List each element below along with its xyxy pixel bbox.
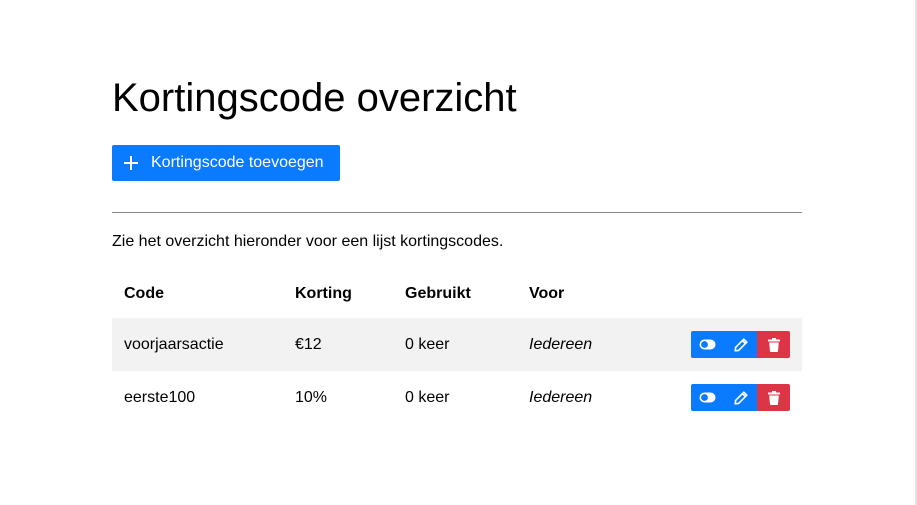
delete-button[interactable] <box>757 384 790 411</box>
add-discount-code-button[interactable]: Kortingscode toevoegen <box>112 145 340 181</box>
edit-button[interactable] <box>724 384 757 411</box>
cell-korting: 10% <box>295 388 328 406</box>
add-discount-code-label: Kortingscode toevoegen <box>151 154 324 171</box>
intro-text: Zie het overzicht hieronder voor een lij… <box>112 233 504 250</box>
column-header-korting: Korting <box>295 285 352 302</box>
cell-voor: Iedereen <box>517 318 679 371</box>
page-title: Kortingscode overzicht <box>112 76 517 120</box>
toggle-icon <box>699 339 716 350</box>
row-actions <box>691 331 790 358</box>
divider <box>112 212 802 213</box>
cell-voor: Iedereen <box>529 388 593 406</box>
trash-icon <box>767 337 780 352</box>
cell-gebruikt: 0 keer <box>393 318 517 371</box>
delete-button[interactable] <box>757 331 790 358</box>
cell-actions <box>679 371 802 424</box>
table-row: eerste100 10% 0 keer Iedereen <box>112 371 802 424</box>
pencil-icon <box>733 390 748 405</box>
plus-icon <box>124 156 138 170</box>
column-header-code: Code <box>124 285 164 302</box>
table-header-row: Code Korting Gebruikt Voor <box>112 270 802 318</box>
column-header-voor: Voor <box>529 285 565 302</box>
cell-korting: €12 <box>283 318 393 371</box>
column-header-actions <box>679 270 802 318</box>
edit-button[interactable] <box>724 331 757 358</box>
row-actions <box>691 384 790 411</box>
cell-gebruikt: 0 keer <box>405 388 450 406</box>
toggle-active-button[interactable] <box>691 384 724 411</box>
trash-icon <box>767 390 780 405</box>
pencil-icon <box>733 337 748 352</box>
discount-codes-table: Code Korting Gebruikt Voor voorjaarsacti… <box>112 270 802 424</box>
column-header-gebruikt: Gebruikt <box>405 285 471 302</box>
toggle-icon <box>699 392 716 403</box>
cell-actions <box>679 318 802 371</box>
table-row: voorjaarsactie €12 0 keer Iedereen <box>112 318 802 371</box>
cell-code: eerste100 <box>124 388 196 406</box>
cell-code: voorjaarsactie <box>112 318 283 371</box>
toggle-active-button[interactable] <box>691 331 724 358</box>
